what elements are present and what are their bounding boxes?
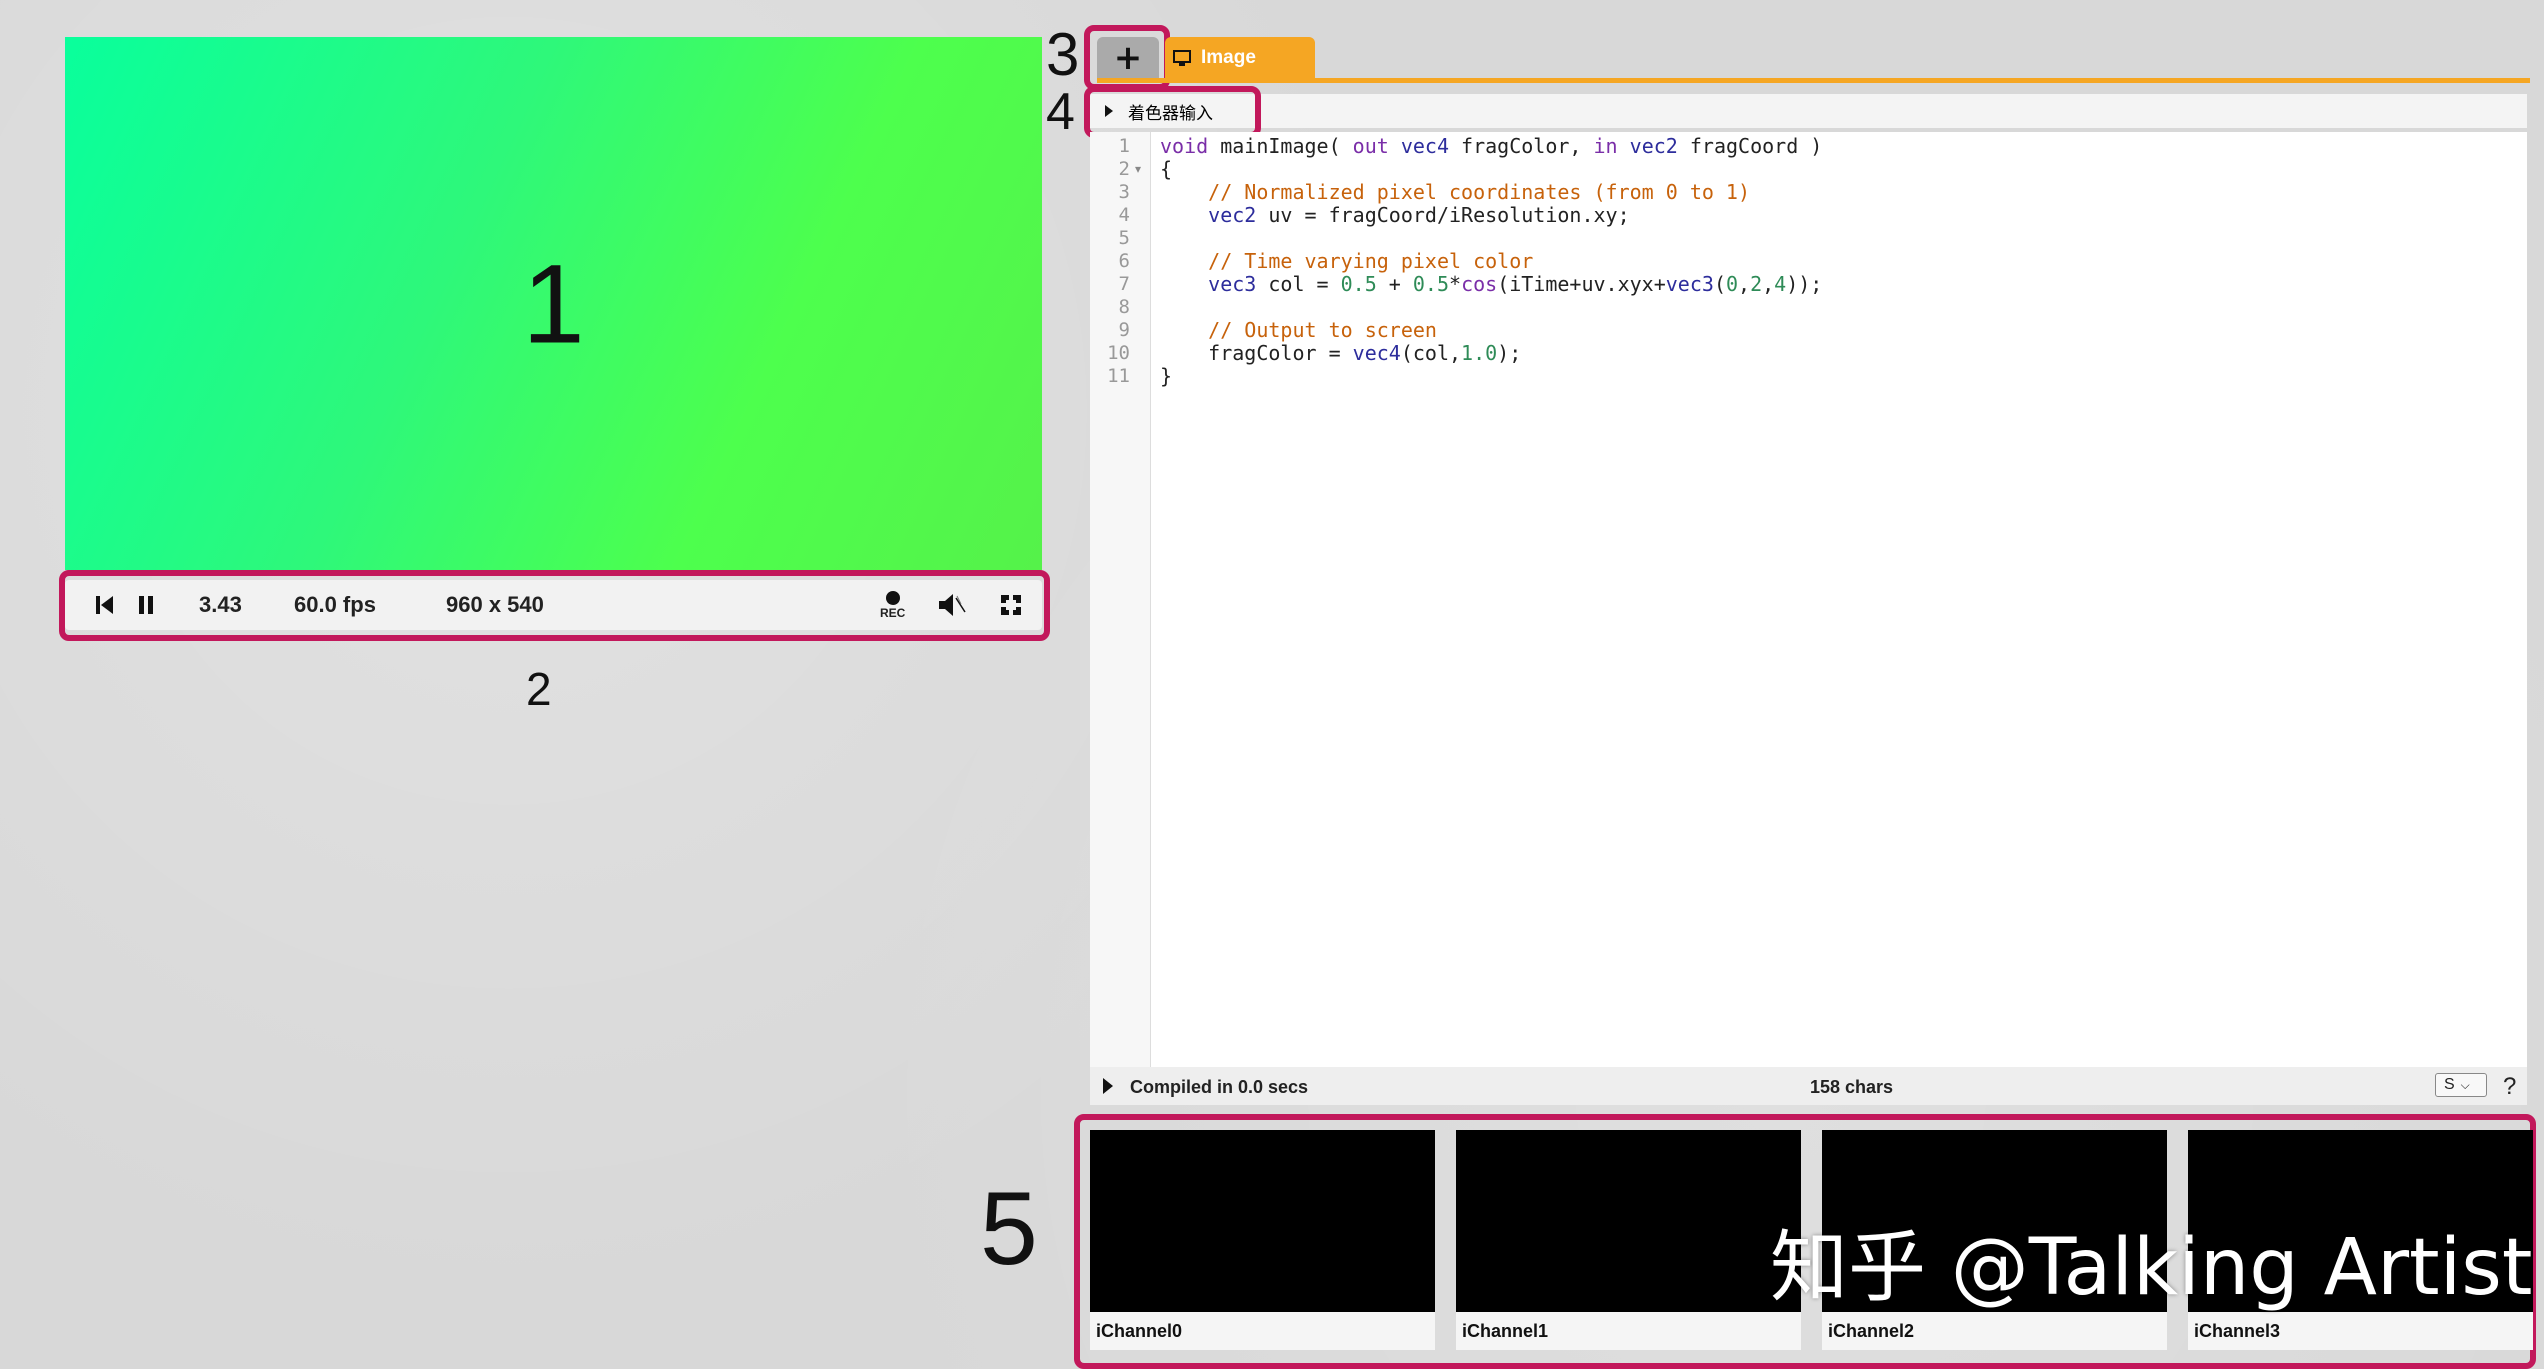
annotation-box-4	[1084, 86, 1261, 138]
fold-arrow-icon[interactable]: ▾	[1135, 162, 1141, 176]
channel-preview[interactable]	[1090, 1130, 1435, 1312]
font-size-select[interactable]: S ⌵	[2435, 1073, 2487, 1097]
code-line[interactable]: }	[1160, 365, 1172, 388]
line-number: 2	[1118, 158, 1130, 180]
speaker-muted-icon	[939, 594, 966, 616]
annotation-4: 4	[1046, 83, 1075, 141]
channel-label: iChannel0	[1090, 1312, 1435, 1350]
channel-label: iChannel3	[2188, 1312, 2533, 1350]
code-line[interactable]: vec3 col = 0.5 + 0.5*cos(iTime+uv.xyx+ve…	[1160, 273, 1822, 296]
tab-image-label: Image	[1201, 47, 1256, 68]
code-line[interactable]: fragColor = vec4(col,1.0);	[1160, 342, 1521, 365]
line-number-gutter: 1 2 ▾ 3 4 5 6 7 8 9 10 11	[1090, 132, 1151, 1067]
code-line[interactable]: // Output to screen	[1160, 319, 1437, 342]
help-button[interactable]: ?	[2503, 1073, 2516, 1101]
rewind-button[interactable]	[95, 580, 115, 630]
line-number: 7	[1118, 273, 1130, 295]
code-line[interactable]: void mainImage( out vec4 fragColor, in v…	[1160, 135, 1822, 158]
tab-underline	[1097, 78, 2530, 83]
compile-status-bar: Compiled in 0.0 secs 158 chars S ⌵ ?	[1090, 1067, 2527, 1105]
channel-preview[interactable]	[1456, 1130, 1801, 1312]
channel-slot-0[interactable]: iChannel0	[1090, 1130, 1435, 1350]
compile-time-text: Compiled in 0.0 secs	[1130, 1077, 1309, 1097]
annotation-5: 5	[980, 1171, 1038, 1287]
channel-label: iChannel2	[1822, 1312, 2167, 1350]
volume-button[interactable]	[937, 580, 967, 630]
rewind-icon	[96, 596, 113, 614]
monitor-icon	[1173, 50, 1191, 66]
fullscreen-icon	[1001, 595, 1021, 615]
channel-label: iChannel1	[1456, 1312, 1801, 1350]
shader-preview-canvas[interactable]: 1	[65, 37, 1042, 570]
line-number: 8	[1118, 296, 1130, 318]
annotation-3: 3	[1046, 21, 1080, 88]
shader-inputs-toggle[interactable]: 着色器输入	[1090, 94, 2527, 128]
line-number: 4	[1118, 204, 1130, 226]
annotation-2: 2	[526, 663, 552, 715]
code-line[interactable]: vec2 uv = fragCoord/iResolution.xy;	[1160, 204, 1629, 227]
record-button[interactable]: REC	[880, 580, 905, 630]
chevron-down-icon: ⌵	[2460, 1077, 2470, 1092]
playback-controls-bar: 3.43 60.0 fps 960 x 540 REC	[65, 580, 1042, 630]
tab-image[interactable]: Image	[1165, 37, 1315, 79]
line-number: 5	[1118, 227, 1130, 249]
fullscreen-button[interactable]	[1000, 580, 1022, 630]
record-icon	[885, 591, 900, 605]
code-line[interactable]: // Normalized pixel coordinates (from 0 …	[1160, 181, 1750, 204]
pause-button[interactable]	[137, 580, 155, 630]
line-number: 6	[1118, 250, 1130, 272]
time-readout: 3.43	[199, 592, 242, 617]
line-number: 3	[1118, 181, 1130, 203]
line-number: 11	[1107, 365, 1130, 387]
font-size-value: S	[2444, 1076, 2455, 1093]
fps-readout: 60.0 fps	[294, 592, 376, 617]
char-count-text: 158 chars	[1810, 1077, 1894, 1097]
channel-slot-1[interactable]: iChannel1	[1456, 1130, 1801, 1350]
code-line[interactable]: {	[1160, 158, 1172, 181]
line-number: 1	[1118, 135, 1130, 157]
resolution-readout: 960 x 540	[446, 592, 544, 617]
code-editor[interactable]: 1 2 ▾ 3 4 5 6 7 8 9 10 11 void mainImage…	[1090, 132, 2527, 1067]
annotation-1: 1	[522, 241, 585, 366]
watermark-text: 知乎 @Talking Artist	[1770, 1223, 2533, 1313]
triangle-right-icon[interactable]	[1102, 1077, 1114, 1095]
line-number: 10	[1107, 342, 1130, 364]
line-number: 9	[1118, 319, 1130, 341]
pause-icon	[139, 596, 153, 614]
record-label: REC	[880, 606, 906, 620]
code-line[interactable]: // Time varying pixel color	[1160, 250, 1533, 273]
